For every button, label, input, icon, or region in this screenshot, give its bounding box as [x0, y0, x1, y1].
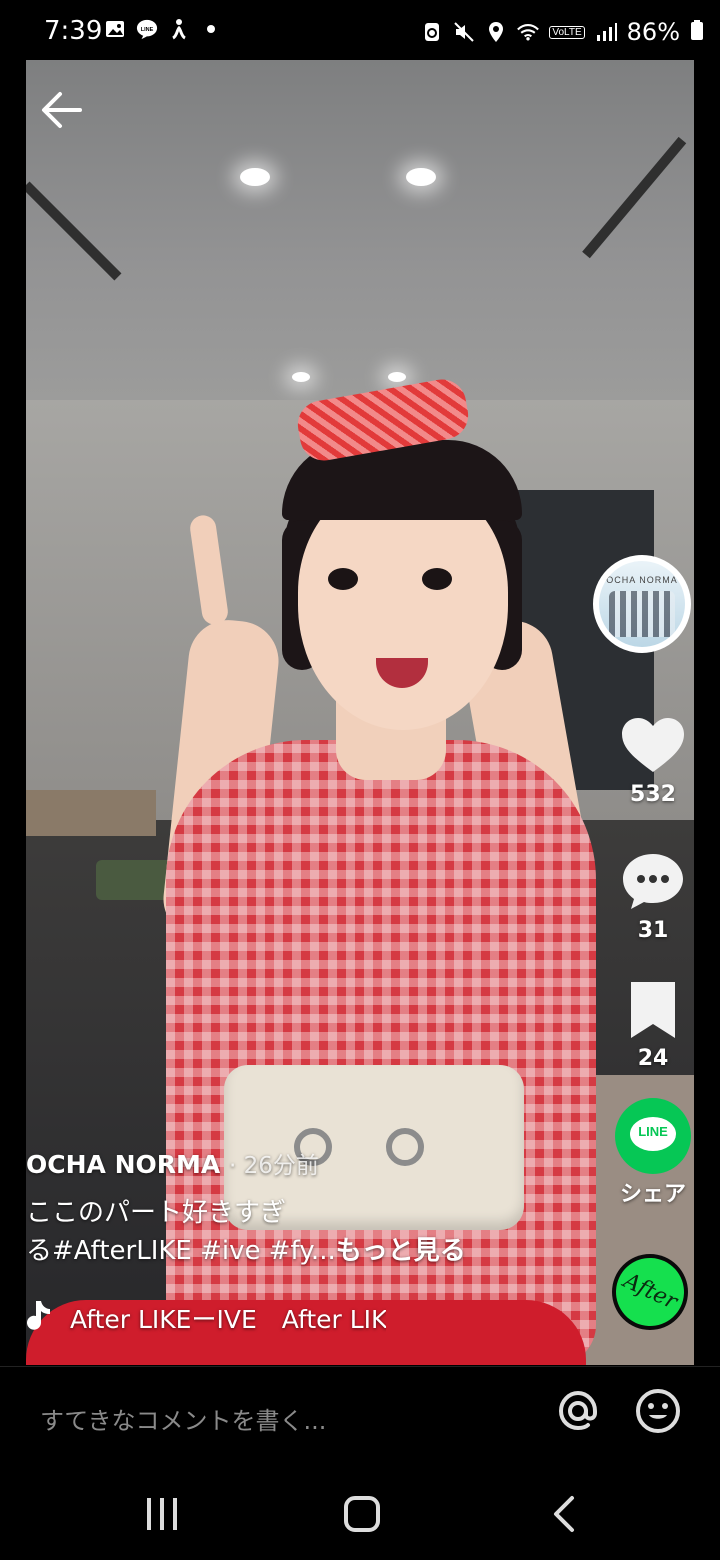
- smiley-icon: [636, 1389, 680, 1433]
- video-caption: OCHA NORMA · 26分前 ここのパート好きすぎ る#AfterLIKE…: [26, 1146, 566, 1270]
- music-disc-art: After: [612, 1254, 688, 1330]
- avatar-group-photo: [609, 591, 675, 637]
- comment-button[interactable]: 31: [608, 850, 698, 943]
- avatar-image: OCHA NORMA: [599, 561, 685, 647]
- comment-bar: すてきなコメントを書く...: [0, 1366, 720, 1467]
- video-desk: [26, 790, 156, 836]
- accessibility-icon: [168, 18, 190, 40]
- bookmark-icon: [631, 982, 675, 1038]
- like-count: 532: [630, 782, 676, 807]
- person-eye: [328, 568, 358, 590]
- author-name[interactable]: OCHA NORMA: [26, 1150, 220, 1179]
- ceiling-light: [388, 372, 406, 382]
- status-time: 7:39: [44, 16, 103, 46]
- music-title: After LIKEーIVE After LIKE: [70, 1305, 386, 1334]
- recents-button[interactable]: [142, 1494, 182, 1534]
- ceiling-light: [406, 168, 436, 186]
- mute-icon: [453, 21, 475, 43]
- bookmark-count: 24: [637, 1046, 669, 1071]
- nav-back-button[interactable]: [544, 1494, 584, 1534]
- mention-button[interactable]: [552, 1385, 604, 1437]
- battery-icon: [690, 19, 704, 45]
- line-logo: LINE: [615, 1098, 691, 1174]
- comment-icon: [623, 854, 683, 909]
- recents-icon: [147, 1498, 177, 1530]
- like-button[interactable]: 532: [608, 716, 698, 807]
- location-icon: [485, 21, 507, 43]
- heart-icon: [622, 718, 684, 772]
- svg-text:LINE: LINE: [141, 27, 154, 33]
- wifi-icon: [517, 21, 540, 43]
- comment-count: 31: [637, 918, 669, 943]
- volte-icon: VoLTE: [549, 25, 585, 39]
- signal-icon: [595, 21, 617, 43]
- bookmark-button[interactable]: 24: [608, 980, 698, 1071]
- caption-line-2: る#AfterLIKE #ive #fy...: [26, 1236, 336, 1266]
- system-nav-bar: [0, 1466, 720, 1560]
- battery-percent: 86%: [626, 18, 680, 46]
- back-button[interactable]: [40, 88, 84, 132]
- ceiling-light: [292, 372, 310, 382]
- avatar-text: OCHA NORMA: [606, 575, 678, 585]
- ceiling-light: [240, 168, 270, 186]
- line-share-button[interactable]: LINE シェア: [608, 1098, 698, 1208]
- line-logo-text: LINE: [638, 1124, 668, 1139]
- comment-input[interactable]: すてきなコメントを書く...: [40, 1401, 326, 1436]
- home-button[interactable]: [342, 1494, 382, 1534]
- emoji-button[interactable]: [632, 1385, 684, 1437]
- status-bar: 7:39 LINE VoLTE 86%: [0, 0, 720, 62]
- music-disc[interactable]: After: [612, 1254, 688, 1330]
- caption-line-1: ここのパート好きすぎ: [26, 1198, 287, 1228]
- recycle-icon: [421, 21, 443, 43]
- caption-text[interactable]: ここのパート好きすぎ る#AfterLIKE #ive #fy...もっと見る: [26, 1194, 566, 1270]
- music-note-icon: [26, 1299, 52, 1337]
- person-dress: [166, 740, 596, 1365]
- video-ceiling: [26, 60, 694, 400]
- person-eye: [422, 568, 452, 590]
- status-right-icons: VoLTE 86%: [421, 18, 704, 46]
- at-icon: [558, 1390, 597, 1431]
- arrow-left-icon: [42, 92, 82, 128]
- image-icon: [104, 18, 126, 40]
- chevron-left-icon: [554, 1496, 574, 1532]
- line-icon: LINE: [136, 18, 158, 40]
- home-icon: [344, 1496, 380, 1532]
- see-more-link[interactable]: もっと見る: [336, 1236, 466, 1266]
- post-time: · 26分前: [228, 1153, 319, 1179]
- dot-icon: [200, 18, 222, 40]
- status-left-icons: LINE: [104, 18, 222, 40]
- share-label: シェア: [619, 1182, 686, 1207]
- music-ticker[interactable]: After LIKEーIVE After LIKE: [26, 1298, 386, 1338]
- author-avatar[interactable]: OCHA NORMA: [593, 555, 691, 653]
